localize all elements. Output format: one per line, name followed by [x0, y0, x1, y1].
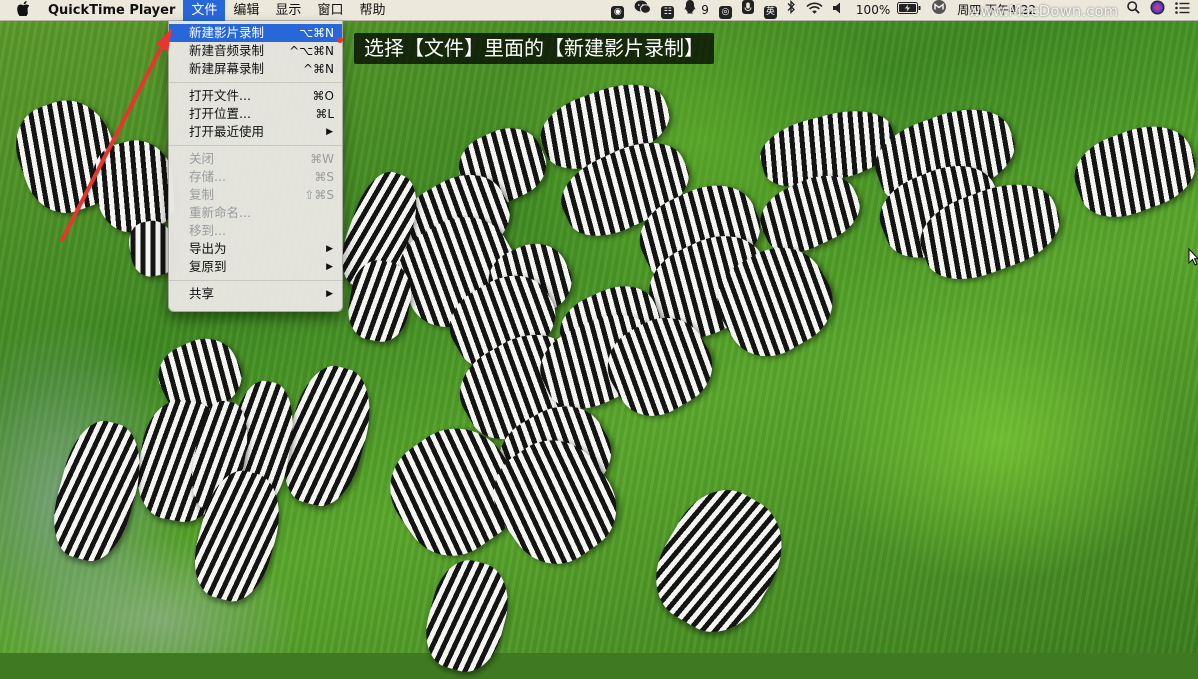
mouse-cursor-icon	[1188, 248, 1198, 266]
instruction-callout: 选择【文件】里面的【新建影片录制】	[354, 33, 714, 64]
annotation-arrow	[60, 28, 343, 242]
